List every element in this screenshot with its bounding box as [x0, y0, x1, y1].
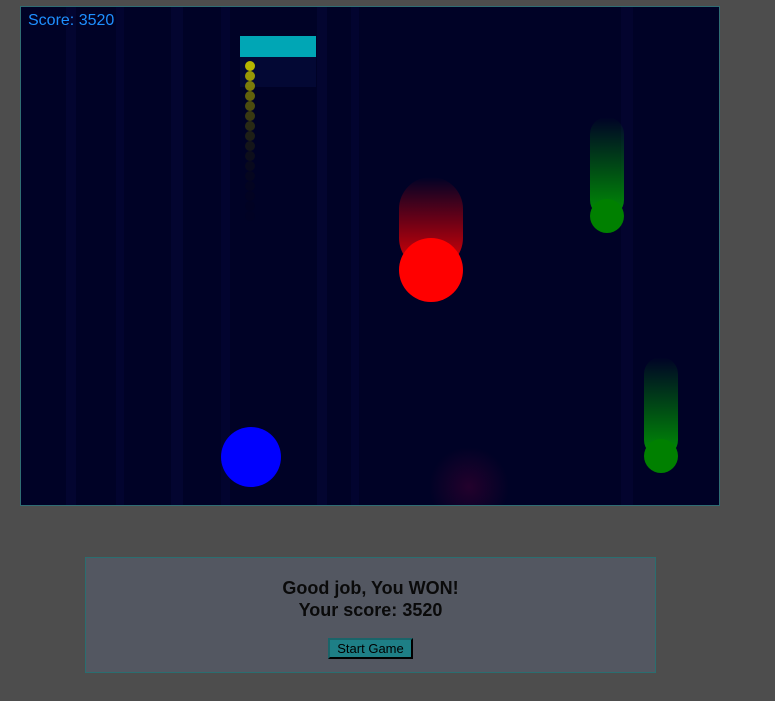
green-ball-icon	[644, 439, 678, 473]
ghost-blob	[429, 447, 509, 505]
win-message: Good job, You WON!	[282, 578, 459, 598]
yellow-dot-trail-icon	[245, 61, 255, 221]
playfield-graphics	[66, 7, 678, 505]
start-game-button[interactable]: Start Game	[328, 638, 413, 659]
background-stripes	[66, 7, 633, 505]
blue-ball-icon	[221, 427, 281, 487]
red-ball-icon	[399, 238, 463, 302]
final-score-prefix: Your score:	[298, 600, 398, 620]
final-score-value: 3520	[402, 600, 443, 620]
game-canvas[interactable]: Score: 3520	[20, 6, 720, 506]
final-score: Your score: 3520	[86, 599, 655, 621]
score-display: Score: 3520	[28, 12, 114, 30]
green-ball-icon	[590, 199, 624, 233]
score-label: Score:	[28, 12, 75, 29]
paddle-icon	[240, 36, 316, 57]
game-over-panel: Good job, You WON! Your score: 3520 Star…	[85, 557, 656, 673]
score-value: 3520	[78, 12, 115, 29]
